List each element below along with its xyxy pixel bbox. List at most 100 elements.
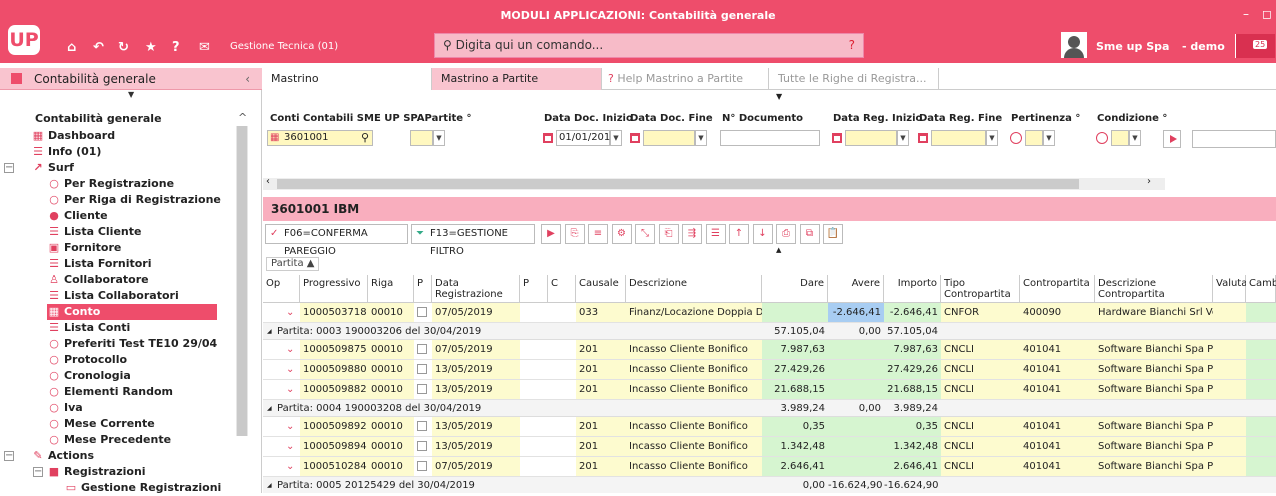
- calendar-icon[interactable]: [630, 133, 640, 143]
- cell-riga[interactable]: 00010: [368, 437, 414, 457]
- cell-p[interactable]: [414, 360, 432, 380]
- split-icon[interactable]: ⎘: [564, 224, 585, 244]
- cell-desc[interactable]: Incasso Cliente Bonifico: [626, 457, 762, 477]
- play-icon[interactable]: [1163, 130, 1181, 148]
- cell-dare[interactable]: 2.646,41: [762, 457, 828, 477]
- chevron-down-icon[interactable]: ▼: [1129, 130, 1141, 146]
- cell-data[interactable]: 13/05/2019: [432, 417, 520, 437]
- cell-empty[interactable]: [548, 417, 576, 437]
- cell-empty[interactable]: [520, 303, 548, 323]
- filter-horizontal-scrollbar[interactable]: ‹ ›: [263, 176, 1165, 190]
- tree-collapse-icon[interactable]: −: [33, 467, 43, 477]
- cell-contro[interactable]: 400090: [1020, 303, 1095, 323]
- group-toggle-icon[interactable]: ◢: [267, 400, 272, 417]
- cell-p[interactable]: [414, 303, 432, 323]
- cell-caus[interactable]: 201: [576, 417, 626, 437]
- cell-riga[interactable]: 00010: [368, 457, 414, 477]
- star-icon[interactable]: ★: [145, 40, 157, 55]
- cell-desc[interactable]: Incasso Cliente Bonifico: [626, 360, 762, 380]
- column-header[interactable]: Descrizione Contropartita: [1095, 275, 1213, 303]
- sidebar-item-cliente[interactable]: ● Cliente: [47, 208, 107, 224]
- groupby-partita[interactable]: Partita ▲: [266, 257, 320, 271]
- sidebar-item-per-riga-di-registrazione[interactable]: ○ Per Riga di Registrazione: [47, 192, 221, 208]
- group-toggle-icon[interactable]: ◢: [267, 477, 272, 493]
- sidebar-item-preferiti-test-te10-29-04[interactable]: ○ Preferiti Test TE10 29/04: [47, 336, 217, 352]
- minimize-button[interactable]: –: [1243, 7, 1249, 21]
- cell-imp[interactable]: 1.342,48: [884, 437, 941, 457]
- row-expand-icon[interactable]: ⌄: [266, 421, 294, 432]
- data-reg-fine-input[interactable]: [931, 130, 986, 146]
- sidebar-item-gestione-registrazioni[interactable]: ▭ Gestione Registrazioni: [64, 480, 222, 496]
- cell-dcontro[interactable]: Software Bianchi Spa Parigi: [1095, 360, 1213, 380]
- column-header[interactable]: Importo: [884, 275, 941, 303]
- cell-dare[interactable]: 7.987,63: [762, 340, 828, 360]
- cell-data[interactable]: 13/05/2019: [432, 360, 520, 380]
- cell-empty[interactable]: [1213, 437, 1246, 457]
- calendar-icon[interactable]: [543, 133, 553, 143]
- table-row[interactable]: ⌄ 1000509882 00010 13/05/2019 201 Incasso Cli…: [263, 380, 1276, 400]
- radio-icon[interactable]: [1096, 132, 1108, 144]
- cell-dcontro[interactable]: Hardware Bianchi Srl Verona: [1095, 303, 1213, 323]
- tab-mastrino-a-partite[interactable]: Mastrino a Partite: [432, 68, 602, 90]
- data-doc-fine-input[interactable]: [643, 130, 695, 146]
- group-toggle-icon[interactable]: ◢: [267, 323, 272, 340]
- chevron-down-icon[interactable]: ▼: [986, 130, 998, 146]
- cell-prog[interactable]: 1000510284: [300, 457, 368, 477]
- group-row[interactable]: ◢ Partita: 0003 190003206 del 30/04/2019 5…: [263, 323, 1276, 340]
- run-icon[interactable]: ▶: [541, 224, 561, 244]
- row-expand-icon[interactable]: ⌄: [266, 461, 294, 472]
- cell-contro[interactable]: 401041: [1020, 437, 1095, 457]
- cell-dare[interactable]: 1.342,48: [762, 437, 828, 457]
- cell-empty[interactable]: [1246, 360, 1276, 380]
- cell-avere[interactable]: [828, 417, 884, 437]
- cell-dcontro[interactable]: Software Bianchi Spa Parigi: [1095, 417, 1213, 437]
- gestione-filtro-button[interactable]: ⏷ F13=GESTIONE FILTRO: [411, 224, 535, 257]
- cell-contro[interactable]: 401041: [1020, 457, 1095, 477]
- cell-dare[interactable]: 0,35: [762, 417, 828, 437]
- chevron-down-icon[interactable]: ▼: [695, 130, 707, 146]
- table-row[interactable]: ⌄ 1000510284 00010 07/05/2019 201 Incasso Cli…: [263, 457, 1276, 477]
- arrow-down-icon[interactable]: ↓: [752, 224, 773, 244]
- menu-icon[interactable]: ☰: [705, 224, 726, 244]
- sidebar-item-dashboard[interactable]: ▦ Dashboard: [31, 128, 115, 144]
- cell-imp[interactable]: 27.429,26: [884, 360, 941, 380]
- expand-icon[interactable]: ⤡: [635, 224, 655, 244]
- undo-icon[interactable]: ↶: [93, 40, 104, 55]
- row-expand-icon[interactable]: ⌄: [266, 441, 294, 452]
- copy-icon[interactable]: ⎗: [658, 224, 679, 244]
- cell-p[interactable]: [414, 437, 432, 457]
- cell-desc[interactable]: Incasso Cliente Bonifico: [626, 437, 762, 457]
- cell-empty[interactable]: [520, 417, 548, 437]
- sidebar-item-lista-fornitori[interactable]: ☰ Lista Fornitori: [47, 256, 151, 272]
- cell-contro[interactable]: 401041: [1020, 417, 1095, 437]
- sidebar-item-actions[interactable]: ✎ Actions: [31, 448, 94, 464]
- sidebar-item-info-01-[interactable]: ☰ Info (01): [31, 144, 101, 160]
- row-checkbox[interactable]: [417, 461, 427, 471]
- row-expand-icon[interactable]: ⌄: [266, 364, 294, 375]
- cell-empty[interactable]: [1213, 340, 1246, 360]
- cell-prog[interactable]: 1000509875: [300, 340, 368, 360]
- tab-help-mastrino[interactable]: ? Help Mastrino a Partite: [602, 68, 769, 90]
- cell-avere[interactable]: [828, 437, 884, 457]
- cell-desc[interactable]: Incasso Cliente Bonifico: [626, 340, 762, 360]
- tab-mastrino[interactable]: Mastrino: [262, 68, 432, 90]
- cell-data[interactable]: 07/05/2019: [432, 340, 520, 360]
- collapse-section-icon[interactable]: ^: [238, 111, 247, 124]
- column-header[interactable]: Dare: [762, 275, 828, 303]
- calendar-icon[interactable]: [918, 133, 928, 143]
- cell-empty[interactable]: [1246, 417, 1276, 437]
- sidebar-item-conto[interactable]: ▦ Conto: [47, 304, 217, 320]
- cell-tipo[interactable]: CNCLI: [941, 417, 1020, 437]
- column-header[interactable]: Progressivo: [300, 275, 368, 303]
- print-icon[interactable]: ⎙: [776, 224, 796, 244]
- conto-input[interactable]: 3601001: [267, 130, 373, 146]
- cell-empty[interactable]: [548, 303, 576, 323]
- row-checkbox[interactable]: [417, 307, 427, 317]
- cell-op[interactable]: ⌄: [263, 340, 300, 360]
- sidebar-item-elementi-random[interactable]: ○ Elementi Random: [47, 384, 173, 400]
- tab-tutte-le-righe[interactable]: Tutte le Righe di Registra...: [769, 68, 939, 90]
- sidebar-item-lista-cliente[interactable]: ☰ Lista Cliente: [47, 224, 141, 240]
- cell-desc[interactable]: Incasso Cliente Bonifico: [626, 380, 762, 400]
- cell-dare[interactable]: 21.688,15: [762, 380, 828, 400]
- cell-data[interactable]: 13/05/2019: [432, 380, 520, 400]
